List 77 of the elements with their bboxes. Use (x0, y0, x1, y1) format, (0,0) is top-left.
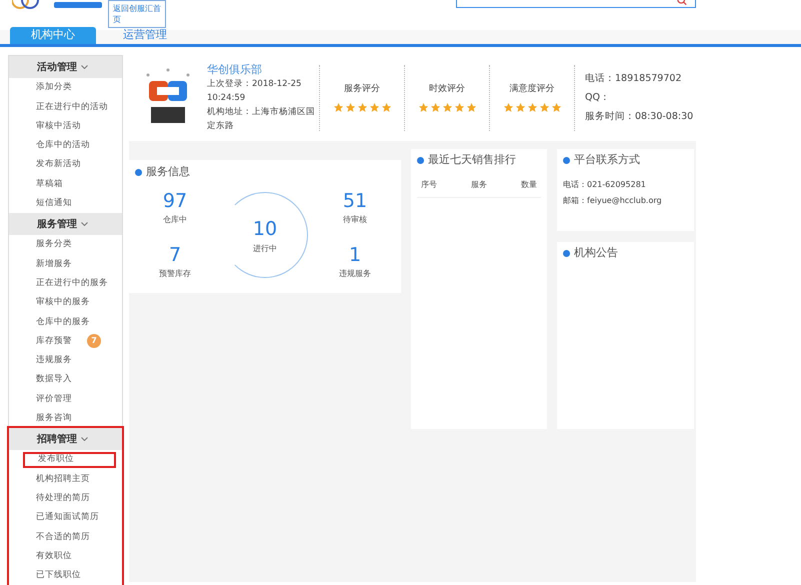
menu-item[interactable]: 机构招聘主页 (23, 470, 90, 487)
star-icon (550, 102, 562, 114)
star-icon (430, 102, 440, 114)
star-icon (344, 102, 356, 114)
menu-item[interactable]: 有效职位 (23, 548, 72, 564)
rating-label: 服务评分 (344, 82, 380, 96)
panel-title: 机构公告 (574, 245, 618, 261)
address-text: 机构地址：上海市杨浦区国定东路 (207, 106, 316, 133)
menu-item[interactable]: 待处理的简历 (23, 490, 90, 506)
stat-value: 51 (342, 190, 368, 212)
count-badge: 7 (87, 334, 101, 348)
menu-item[interactable]: 库存预警 (23, 333, 72, 350)
menu-item[interactable]: 发布职位 (23, 452, 116, 468)
menu-item[interactable]: 添加分类 (23, 80, 72, 96)
star-icon (502, 102, 514, 114)
stat-value: 10 (252, 216, 278, 242)
menu-item[interactable]: 数据导入 (23, 372, 72, 388)
menu-item[interactable]: 违规服务 (23, 352, 72, 368)
menu-item[interactable]: 新增服务 (23, 256, 72, 272)
menu-item[interactable]: 已通知面试简历 (23, 510, 99, 526)
menu-item[interactable]: 正在进行中的活动 (23, 98, 108, 115)
contact-text: QQ： (585, 90, 611, 105)
rating-label: 满意度评分 (510, 82, 554, 96)
contact-text: 电话：18918579702 (585, 72, 682, 86)
panel-title: 平台联系方式 (574, 152, 640, 168)
star-icon (454, 102, 464, 114)
menu-item[interactable]: 发布新活动 (23, 156, 81, 173)
column-header: 序号 (421, 178, 437, 190)
menu-item[interactable]: 审核中活动 (23, 118, 81, 134)
menu-item[interactable]: 草稿箱 (23, 176, 63, 192)
star-icon (514, 102, 526, 114)
contact-text: 电话：021-62095281 (563, 178, 647, 190)
stat-value: 1 (348, 244, 362, 266)
star-icon (526, 102, 538, 114)
chevron-down-icon (81, 437, 88, 442)
search-icon (677, 0, 687, 6)
menu-item[interactable]: 审核中的服务 (23, 294, 90, 311)
menu-item[interactable]: 仓库中的活动 (23, 138, 90, 154)
nav-tab[interactable]: 运营管理 (102, 27, 188, 44)
menu-item[interactable]: 正在进行中的服务 (23, 275, 108, 292)
panel-title: 服务信息 (146, 164, 190, 180)
back-home-link[interactable]: 返回创服汇首页 (108, 0, 166, 28)
stat-value: 7 (168, 244, 182, 266)
chevron-down-icon (81, 222, 88, 226)
star-icon (332, 102, 344, 114)
star-icon (418, 102, 428, 114)
star-icon (466, 102, 476, 114)
stat-label: 仓库中 (163, 214, 187, 226)
stat-label: 进行中 (253, 243, 277, 255)
panel-title: 最近七天销售排行 (428, 152, 516, 168)
column-header: 数量 (521, 178, 537, 190)
chevron-down-icon (81, 65, 88, 69)
menu-item[interactable]: 服务咨询 (23, 410, 72, 426)
group-header[interactable]: 招聘管理 (9, 428, 122, 450)
last-login-text: 上次登录：2018-12-25 10:24:59 (207, 78, 302, 105)
star-icon (356, 102, 368, 114)
menu-item[interactable]: 短信通知 (23, 195, 72, 212)
contact-text: 邮箱：feiyue@hcclub.org (563, 194, 663, 206)
menu-item[interactable]: 仓库中的服务 (23, 314, 90, 330)
menu-item[interactable]: 服务分类 (23, 236, 72, 253)
star-icon (368, 102, 380, 114)
stat-value: 97 (162, 190, 188, 212)
group-header[interactable]: 活动管理 (9, 56, 122, 78)
stat-label: 待审核 (343, 214, 367, 226)
column-header: 服务 (471, 178, 487, 190)
rating-label: 时效评分 (429, 82, 465, 96)
search-field[interactable] (456, 0, 696, 8)
stat-label: 预警库存 (159, 268, 191, 280)
star-icon (380, 102, 392, 114)
star-icon (538, 102, 550, 114)
star-icon (442, 102, 452, 114)
menu-item[interactable]: 已下线职位 (23, 567, 81, 584)
stat-label: 违规服务 (339, 268, 371, 280)
group-header[interactable]: 服务管理 (9, 213, 122, 236)
contact-text: 服务时间：08:30-08:30 (585, 110, 694, 124)
menu-item[interactable]: 不合适的简历 (23, 528, 90, 545)
menu-item[interactable]: 评价管理 (23, 391, 72, 408)
